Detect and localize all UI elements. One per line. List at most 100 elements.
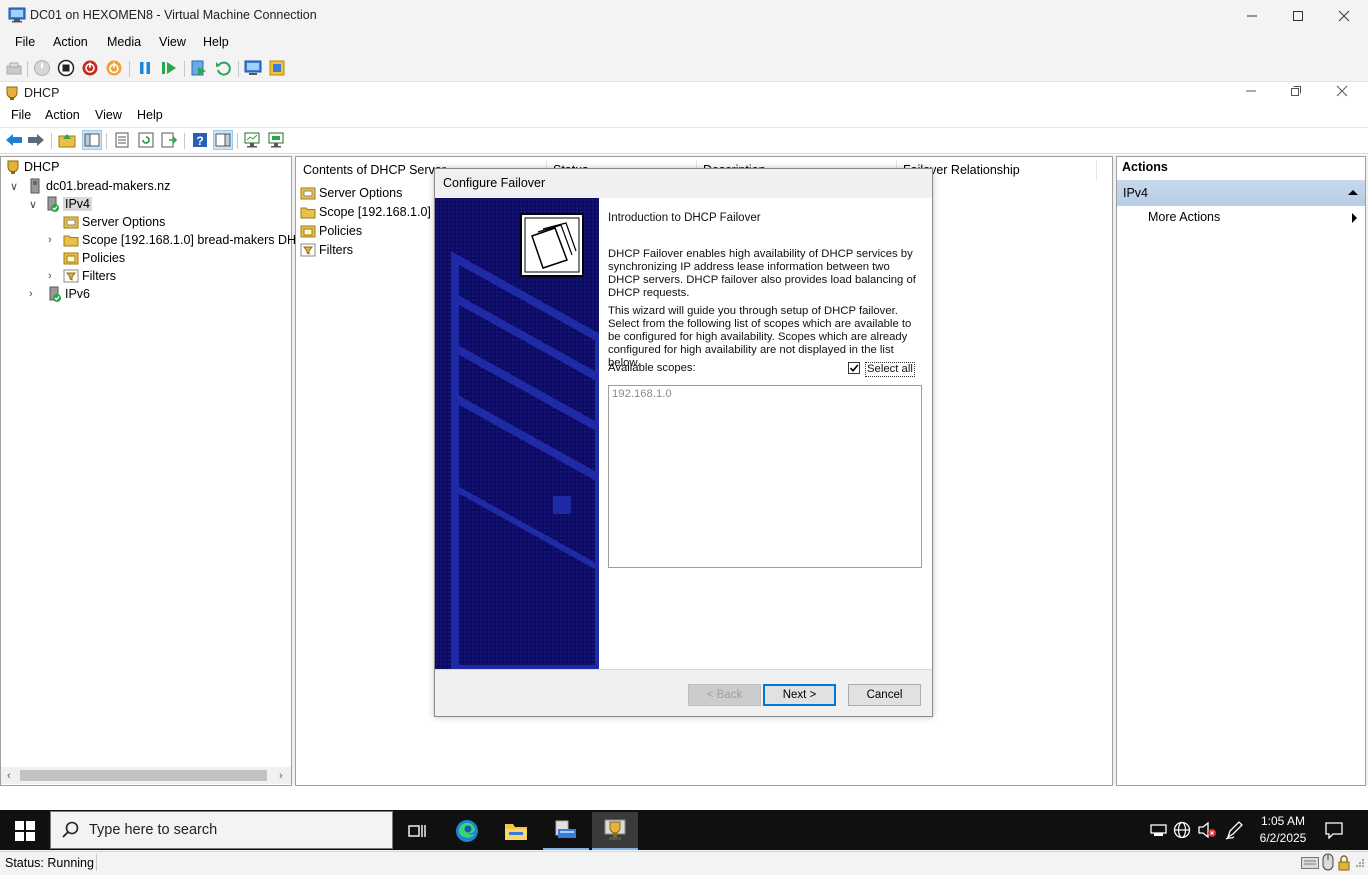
list-item[interactable]: Server Options — [300, 184, 402, 202]
tree-label: IPv4 — [63, 197, 93, 211]
collapse-chevron-icon[interactable]: ∨ — [10, 180, 18, 193]
svg-text:?: ? — [196, 134, 203, 148]
tree-node-filters[interactable]: Filters — [63, 267, 116, 285]
submenu-arrow-icon — [1350, 212, 1358, 224]
file-explorer-icon[interactable] — [493, 812, 539, 850]
mmc-menu-file[interactable]: File — [11, 108, 31, 122]
scope-list-item[interactable]: 192.168.1.0 — [612, 388, 672, 400]
dhcp-icon — [5, 159, 21, 175]
collapse-triangle-icon[interactable] — [1347, 187, 1359, 197]
collapse-chevron-icon[interactable]: ∨ — [29, 198, 37, 211]
properties-icon[interactable] — [113, 131, 131, 149]
expand-chevron-icon[interactable]: › — [29, 288, 33, 300]
back-arrow-icon[interactable] — [5, 132, 23, 148]
more-actions-item[interactable]: More Actions — [1148, 210, 1220, 224]
resume-icon[interactable] — [160, 59, 178, 77]
mmc-menu-view[interactable]: View — [95, 108, 122, 122]
filter-icon — [300, 242, 316, 258]
available-scopes-label: Available scopes: — [608, 362, 696, 374]
vm-menu-file[interactable]: File — [15, 35, 35, 49]
pause-icon[interactable] — [136, 59, 154, 77]
next-button[interactable]: Next > — [763, 684, 836, 706]
edge-icon[interactable] — [444, 812, 490, 850]
tree-node-server[interactable]: dc01.bread-makers.nz — [27, 177, 170, 195]
scroll-left-icon[interactable]: ‹ — [7, 770, 11, 782]
shutdown-icon[interactable] — [81, 59, 99, 77]
power-icon[interactable] — [105, 59, 123, 77]
scroll-right-icon[interactable]: › — [279, 770, 283, 782]
tree-node-policies[interactable]: Policies — [63, 249, 125, 267]
tree-node-dhcp[interactable]: DHCP — [5, 158, 59, 176]
console-tree — [0, 156, 292, 786]
refresh-icon[interactable] — [137, 131, 155, 149]
tree-label: DHCP — [24, 160, 60, 174]
show-hide-tree-icon[interactable] — [82, 130, 102, 150]
toolbar-separator — [106, 133, 107, 149]
vm-menu-view[interactable]: View — [159, 35, 186, 49]
mmc-menu-help[interactable]: Help — [137, 108, 163, 122]
resize-grip-icon[interactable] — [1354, 856, 1366, 870]
tree-label: Server Options — [82, 215, 166, 229]
toolbar-separator — [184, 133, 185, 149]
server-stats-icon[interactable] — [243, 131, 261, 149]
scrollbar-thumb[interactable] — [20, 770, 267, 781]
list-item[interactable]: Filters — [300, 241, 353, 259]
tree-node-server-options[interactable]: Server Options — [63, 213, 165, 231]
notification-icon[interactable] — [1325, 821, 1343, 839]
task-view-icon[interactable] — [394, 812, 440, 850]
server-manager-icon[interactable] — [543, 812, 589, 850]
maximize-button[interactable] — [1275, 0, 1321, 31]
system-clock[interactable]: 1:05 AM 6/2/2025 — [1248, 813, 1318, 847]
volume-muted-icon[interactable] — [1197, 821, 1217, 839]
forward-arrow-icon[interactable] — [27, 132, 45, 148]
turn-off-icon[interactable] — [57, 59, 75, 77]
revert-icon[interactable] — [214, 59, 232, 77]
actions-section-ipv4[interactable]: IPv4 — [1117, 180, 1365, 206]
back-button[interactable]: < Back — [688, 684, 761, 706]
vm-menu-action[interactable]: Action — [53, 35, 88, 49]
share-icon[interactable] — [268, 59, 286, 77]
status-divider — [96, 854, 97, 871]
help-icon[interactable]: ? — [191, 131, 209, 149]
show-hide-action-pane-icon[interactable] — [213, 130, 233, 150]
tree-node-ipv6[interactable]: IPv6 — [46, 285, 90, 303]
mmc-titlebar — [0, 82, 1368, 104]
globe-icon[interactable] — [1173, 821, 1191, 839]
windows-start-icon[interactable] — [15, 821, 35, 841]
toolbar-separator — [51, 133, 52, 149]
tree-node-ipv4[interactable]: IPv4 — [44, 195, 93, 213]
mmc-minimize-button[interactable] — [1245, 85, 1257, 97]
scope-list[interactable] — [608, 385, 922, 568]
toolbar-separator — [238, 61, 239, 77]
start-icon[interactable] — [33, 59, 51, 77]
expand-chevron-icon[interactable]: › — [48, 270, 52, 282]
checkpoint-icon[interactable] — [190, 59, 208, 77]
ctrl-alt-del-icon[interactable] — [5, 60, 23, 78]
minimize-button[interactable] — [1229, 0, 1275, 31]
server-display-icon[interactable] — [267, 131, 285, 149]
server-options-icon — [63, 214, 79, 230]
tree-label: Policies — [82, 251, 126, 265]
mmc-menu-action[interactable]: Action — [45, 108, 80, 122]
list-item[interactable]: Policies — [300, 222, 362, 240]
mmc-window-title: DHCP — [24, 86, 60, 100]
vm-menu-media[interactable]: Media — [107, 35, 141, 49]
select-all-checkbox[interactable] — [848, 362, 860, 374]
vm-menu-help[interactable]: Help — [203, 35, 229, 49]
tree-label: Scope [192.168.1.0] bread-makers DHCP — [82, 233, 314, 247]
cancel-button[interactable]: Cancel — [848, 684, 921, 706]
select-all-label[interactable]: Select all — [865, 362, 915, 377]
export-list-icon[interactable] — [160, 131, 178, 149]
close-button[interactable] — [1321, 0, 1367, 31]
enhanced-session-icon[interactable] — [244, 59, 262, 77]
mmc-restore-button[interactable] — [1290, 85, 1302, 97]
pen-icon[interactable] — [1225, 820, 1243, 840]
network-adapter-icon[interactable] — [1150, 823, 1168, 837]
expand-chevron-icon[interactable]: › — [48, 234, 52, 246]
up-folder-icon[interactable] — [58, 131, 76, 149]
tree-node-scope[interactable]: Scope [192.168.1.0] bread-makers DHCP — [63, 231, 313, 249]
toolbar-separator — [184, 61, 185, 77]
list-item-label: Filters — [319, 243, 354, 257]
mmc-close-button[interactable] — [1336, 85, 1348, 97]
dhcp-taskbar-icon[interactable] — [592, 812, 638, 850]
